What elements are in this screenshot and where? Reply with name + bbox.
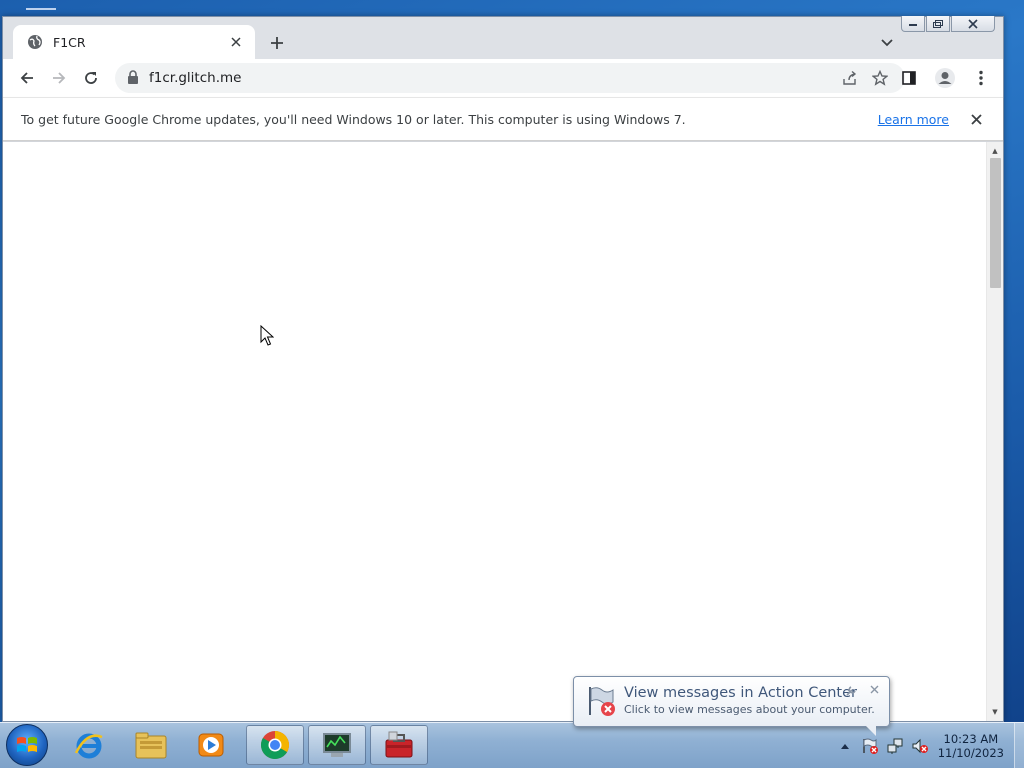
notification-tail <box>866 726 876 736</box>
action-center-notification[interactable]: View messages in Action Center Click to … <box>573 676 890 736</box>
learn-more-link[interactable]: Learn more <box>878 112 949 127</box>
new-tab-button[interactable] <box>265 31 289 55</box>
restore-button[interactable] <box>926 16 950 32</box>
side-panel-icon[interactable] <box>893 62 925 94</box>
action-center-flag-large-icon <box>584 685 618 717</box>
network-icon[interactable] <box>884 735 906 757</box>
window-controls <box>901 16 995 32</box>
desktop-icon-fragment[interactable] <box>26 8 56 16</box>
url-text[interactable]: f1cr.glitch.me <box>149 70 835 86</box>
update-infobar: To get future Google Chrome updates, you… <box>3 97 1003 141</box>
windows-logo-icon <box>17 737 37 752</box>
tab-strip: F1CR <box>3 16 1003 59</box>
clock-date: 11/10/2023 <box>937 746 1004 760</box>
taskbar-clock[interactable]: 10:23 AM 11/10/2023 <box>938 732 1004 760</box>
menu-kebab-icon[interactable] <box>965 62 997 94</box>
close-window-button[interactable] <box>951 16 995 32</box>
media-player-icon <box>198 733 224 757</box>
reload-icon <box>85 72 97 84</box>
mouse-cursor-icon <box>260 324 275 351</box>
tab-search-icon[interactable] <box>877 33 897 53</box>
page-content[interactable]: ▲ ▼ <box>3 142 1003 721</box>
browser-toolbar: f1cr.glitch.me <box>3 59 1003 97</box>
notification-options-icon[interactable] <box>845 685 857 700</box>
infobar-message: To get future Google Chrome updates, you… <box>21 111 686 127</box>
reload-button[interactable] <box>75 62 107 94</box>
minimize-button[interactable] <box>901 16 925 32</box>
task-manager-icon <box>323 733 351 757</box>
bookmark-star-icon[interactable] <box>865 63 895 93</box>
back-button[interactable] <box>11 62 43 94</box>
lock-icon[interactable] <box>127 69 139 88</box>
scroll-up-arrow-icon[interactable]: ▲ <box>987 144 1003 158</box>
scroll-down-arrow-icon[interactable]: ▼ <box>987 705 1003 719</box>
chrome-icon <box>261 731 289 759</box>
globe-icon <box>27 34 43 50</box>
share-icon[interactable] <box>835 63 865 93</box>
ie-icon <box>74 733 103 759</box>
toolbox-icon <box>385 731 413 758</box>
forward-arrow-icon <box>53 72 66 84</box>
profile-avatar-icon[interactable] <box>929 62 961 94</box>
notification-title: View messages in Action Center <box>624 685 857 701</box>
taskbar-task-manager[interactable] <box>308 725 366 765</box>
tab-f1cr[interactable]: F1CR <box>13 25 255 59</box>
chrome-window: F1CR f1cr.glitch.me To get future Google… <box>2 16 1004 722</box>
address-bar[interactable]: f1cr.glitch.me <box>115 63 905 93</box>
scrollbar-thumb[interactable] <box>990 158 1001 288</box>
taskbar-toolbox[interactable] <box>370 725 428 765</box>
taskbar-ie[interactable] <box>60 725 118 765</box>
explorer-icon <box>135 732 167 759</box>
volume-muted-icon[interactable] <box>909 735 931 757</box>
notification-close-icon[interactable] <box>870 683 879 697</box>
taskbar-explorer[interactable] <box>122 725 180 765</box>
show-desktop-button[interactable] <box>1014 723 1024 768</box>
taskbar-media-player[interactable] <box>182 725 240 765</box>
forward-button[interactable] <box>43 62 75 94</box>
start-button[interactable] <box>6 724 48 766</box>
tab-close-icon[interactable] <box>227 33 245 51</box>
infobar-close-icon[interactable] <box>967 110 985 128</box>
clock-time: 10:23 AM <box>943 732 999 746</box>
taskbar-chrome[interactable] <box>246 725 304 765</box>
action-center-flag-icon[interactable] <box>859 735 881 757</box>
notification-subtitle: Click to view messages about your comput… <box>624 703 875 716</box>
tab-title: F1CR <box>53 34 86 50</box>
system-tray: 10:23 AM 11/10/2023 <box>834 723 1024 768</box>
show-hidden-icons-icon[interactable] <box>834 735 856 757</box>
vertical-scrollbar[interactable]: ▲ ▼ <box>986 142 1003 721</box>
back-arrow-icon <box>20 72 33 84</box>
